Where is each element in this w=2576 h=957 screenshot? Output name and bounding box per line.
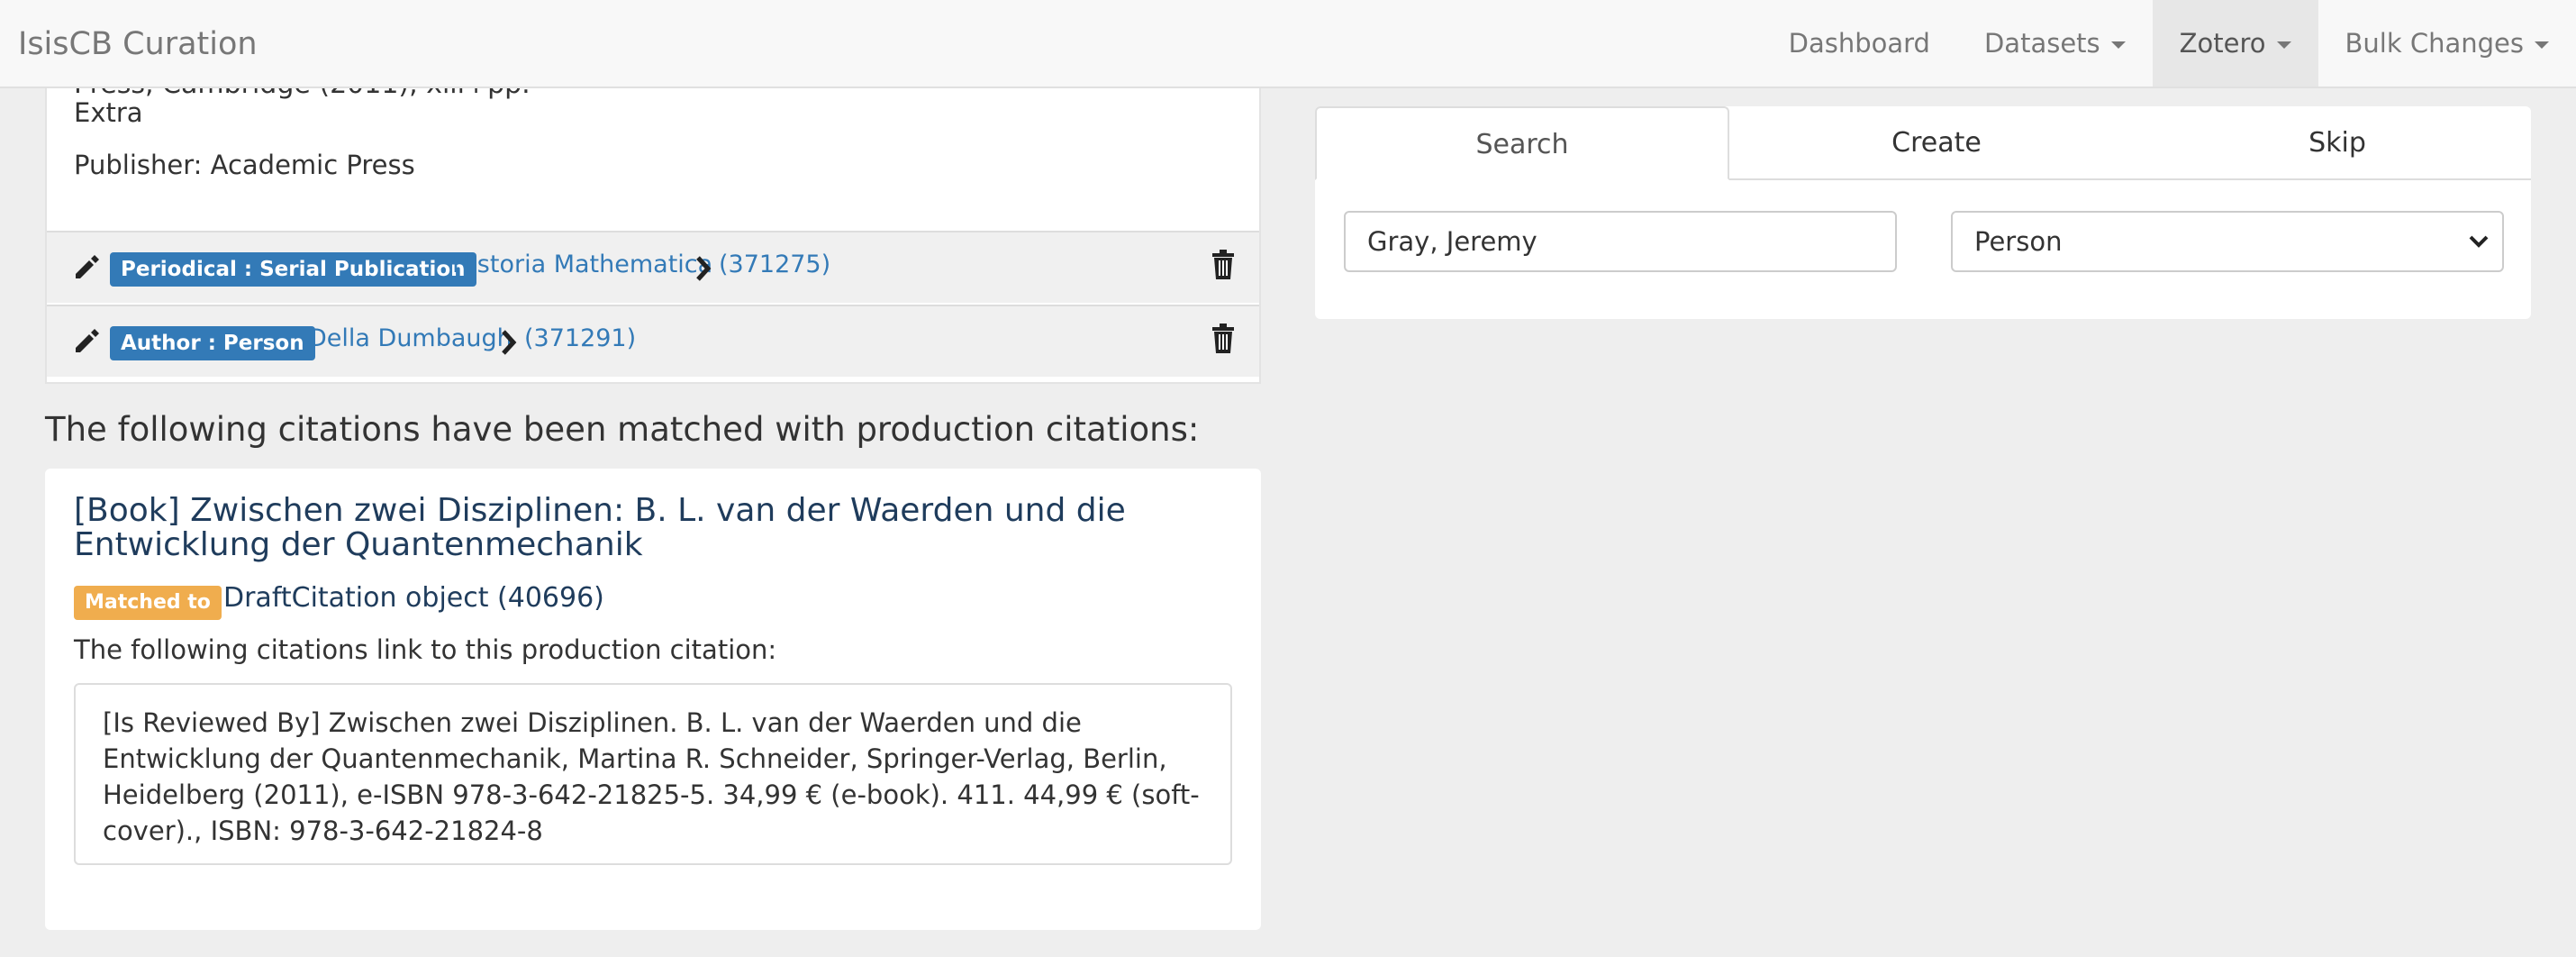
nav-zotero-label: Zotero [2179, 28, 2266, 59]
extra-label: Extra [74, 97, 143, 128]
matched-object-link[interactable]: DraftCitation object (40696) [223, 582, 604, 614]
selected-type-label: Person [1974, 226, 2063, 257]
nav-bulk-changes-label: Bulk Changes [2345, 28, 2524, 59]
publisher-field: Publisher: Academic Press [74, 150, 415, 180]
tab-create[interactable]: Create [1729, 106, 2144, 180]
draft-citation-card: Press, Cambridge (2011), xiii+pp. Extra … [45, 88, 1261, 384]
caret-down-icon [2110, 41, 2126, 49]
authority-resolution-panel: Search Create Skip Person [1315, 106, 2531, 319]
matched-citation-card: [Book] Zwischen zwei Disziplinen: B. L. … [45, 469, 1261, 930]
relation-id-link[interactable]: (371291) [524, 324, 636, 352]
caret-down-icon [2535, 41, 2549, 49]
chevron-right-icon [696, 256, 712, 281]
trash-icon[interactable] [1211, 323, 1236, 355]
relation-link[interactable]: Historia Mathematica [452, 251, 712, 278]
relation-row: Author : Person Della Dumbaugh (371291) [47, 305, 1259, 377]
authority-search-input[interactable] [1344, 211, 1897, 272]
nav-menu: Dashboard Datasets Zotero Bulk Changes [1762, 0, 2576, 87]
top-navbar: IsisCB Curation Dashboard Datasets Zoter… [0, 0, 2576, 88]
linked-citation-text: [Is Reviewed By] Zwischen zwei Disziplin… [103, 707, 1200, 846]
tab-search[interactable]: Search [1315, 106, 1729, 180]
linked-citation-box: [Is Reviewed By] Zwischen zwei Disziplin… [74, 683, 1232, 865]
relation-type-badge: Periodical : Serial Publication [110, 252, 476, 287]
production-citation-title[interactable]: [Book] Zwischen zwei Disziplinen: B. L. … [74, 494, 1200, 562]
matched-citations-heading: The following citations have been matche… [45, 410, 1200, 449]
relation-row: Periodical : Serial Publication Historia… [47, 231, 1259, 303]
matched-to-badge: Matched to [74, 586, 222, 620]
linked-citations-intro: The following citations link to this pro… [74, 634, 777, 665]
pencil-icon[interactable] [72, 252, 101, 281]
trash-icon[interactable] [1211, 249, 1236, 281]
brand-link[interactable]: IsisCB Curation [18, 0, 258, 88]
pencil-icon[interactable] [72, 326, 101, 355]
authority-type-select[interactable]: Person [1951, 211, 2504, 272]
relation-type-badge: Author : Person [110, 326, 315, 360]
nav-datasets-dropdown[interactable]: Datasets [1957, 0, 2153, 87]
nav-dashboard[interactable]: Dashboard [1762, 0, 1957, 87]
chevron-right-icon [502, 330, 517, 355]
relation-id-link[interactable]: (371275) [719, 251, 830, 278]
nav-dashboard-label: Dashboard [1788, 28, 1930, 59]
nav-datasets-label: Datasets [1983, 28, 2100, 59]
caret-down-icon [2276, 41, 2291, 49]
nav-bulk-changes-dropdown[interactable]: Bulk Changes [2318, 0, 2576, 87]
relation-link[interactable]: Della Dumbaugh [308, 324, 512, 352]
chevron-down-icon [2469, 235, 2489, 248]
action-tabs: Search Create Skip [1315, 106, 2531, 180]
tab-skip[interactable]: Skip [2144, 106, 2531, 180]
nav-zotero-dropdown[interactable]: Zotero [2152, 0, 2318, 87]
